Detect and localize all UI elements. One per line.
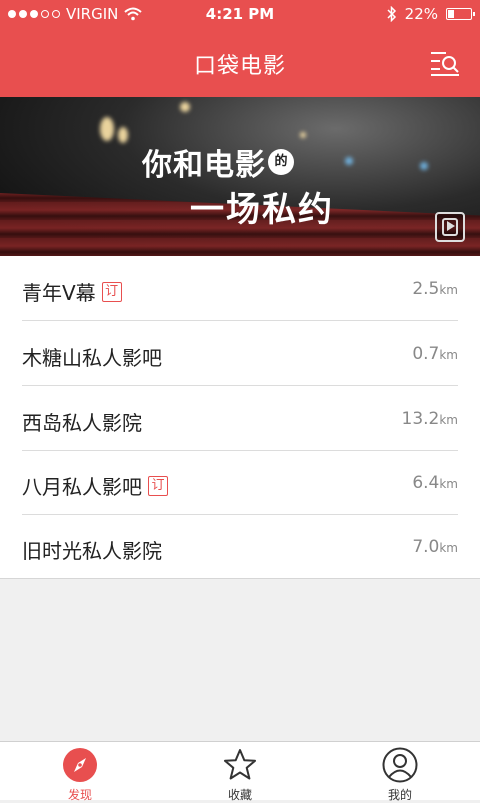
tab-favorites[interactable]: 收藏 (160, 742, 320, 802)
stage-light (300, 132, 306, 138)
tab-label: 收藏 (227, 788, 252, 802)
cinema-name: 八月私人影吧 (22, 475, 142, 499)
star-icon (224, 749, 256, 780)
tab-mine[interactable]: 我的 (320, 742, 480, 802)
video-play-icon[interactable] (435, 212, 465, 242)
cinema-name: 旧时光私人影院 (22, 539, 162, 563)
list-item[interactable]: 青年V幕 订 2.5km (0, 256, 480, 321)
cinema-list: 青年V幕 订 2.5km 木糖山私人影吧 0.7km 西岛私人影院 13.2km… (0, 256, 480, 579)
cinema-name: 西岛私人影院 (22, 411, 142, 435)
status-right: 22% (387, 5, 475, 23)
cinema-distance: 0.7km (412, 344, 458, 364)
cinema-name: 木糖山私人影吧 (22, 346, 162, 370)
tab-label: 发现 (67, 788, 92, 802)
bottom-tab-bar: 发现 收藏 我的 (0, 741, 480, 802)
menu-search-icon[interactable] (430, 50, 460, 76)
stage-light (345, 157, 353, 165)
list-item[interactable]: 八月私人影吧 订 6.4km (0, 450, 480, 515)
banner-badge: 的 (268, 149, 294, 175)
battery-icon (446, 8, 475, 20)
battery-percent: 22% (404, 5, 438, 23)
stage-light (420, 162, 428, 170)
bluetooth-icon (387, 6, 396, 22)
status-bar: VIRGIN 4:21 PM 22% (0, 0, 480, 28)
list-bottom-border (0, 578, 480, 579)
stage-light (180, 102, 190, 112)
list-item[interactable]: 木糖山私人影吧 0.7km (0, 321, 480, 386)
stage-light (118, 127, 128, 143)
top-bar: VIRGIN 4:21 PM 22% 口袋电影 (0, 0, 480, 97)
cinema-distance: 2.5km (412, 279, 458, 299)
cinema-distance: 13.2km (401, 409, 459, 429)
cinema-distance: 6.4km (412, 473, 458, 493)
booking-tag: 订 (148, 475, 168, 496)
cinema-distance: 7.0km (412, 537, 458, 557)
list-item[interactable]: 西岛私人影院 13.2km (0, 386, 480, 451)
banner-headline-2: 一场私约 (190, 190, 334, 230)
compass-icon (63, 748, 97, 782)
tab-label: 我的 (387, 788, 412, 802)
list-item[interactable]: 旧时光私人影院 7.0km (0, 514, 480, 579)
banner-headline-1: 你和电影 (142, 148, 266, 183)
booking-tag: 订 (101, 281, 122, 302)
tab-discover[interactable]: 发现 (0, 742, 160, 802)
page-title: 口袋电影 (193, 54, 286, 79)
stage-light (100, 117, 114, 141)
profile-icon (382, 747, 418, 783)
cinema-name: 青年V幕 (22, 281, 96, 305)
